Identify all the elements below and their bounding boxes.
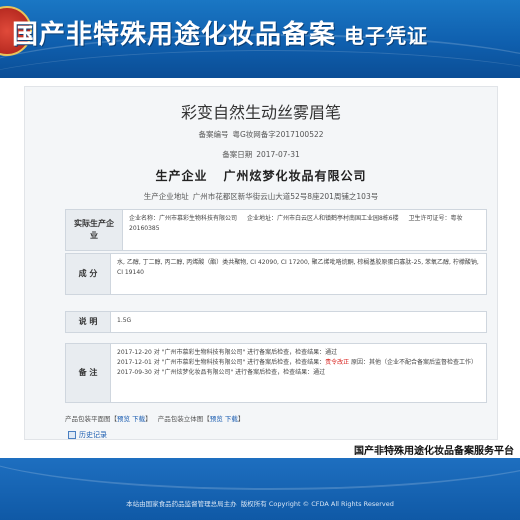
description-row: 说 明 1.5G <box>65 311 487 333</box>
record-number-value: 粤G妆网备字2017100522 <box>232 130 324 139</box>
page-title: 国产非特殊用途化妆品备案 电子凭证 <box>12 14 428 51</box>
plan-preview-link[interactable]: 预览 <box>117 415 130 423</box>
plan-download-link[interactable]: 下载 <box>132 415 145 423</box>
remarks-content: 2017-12-20 对 "广州市慕彩生物科技有限公司" 进行备案后检查，检查结… <box>111 344 486 402</box>
remark-entry: 2017-12-01 对 "广州市慕彩生物科技有限公司" 进行备案后检查，检查结… <box>117 358 480 368</box>
footer-host-prefix: 本站由 <box>126 500 146 508</box>
producer: 生产企业 广州炫梦化妆品有限公司 <box>25 167 497 184</box>
company-address-value: 广州市白云区人和镇鹤亭村南国工业园8栋6楼 <box>276 215 399 222</box>
actual-producer-content: 企业名称：广州市慕彩生物科技有限公司 企业地址：广州市白云区人和镇鹤亭村南国工业… <box>123 210 486 250</box>
product-name: 彩变自然生动丝雾眉笔 <box>180 103 341 122</box>
actual-producer-label: 实际生产企业 <box>66 210 123 250</box>
footer-copyright: 版权所有 Copyright © CFDA All Rights Reserve… <box>240 500 394 508</box>
remark-result-warning: 责令改正 <box>325 359 350 366</box>
ingredients-text: 水, 乙醇, 丁二醇, 丙二醇, 丙烯酸（酯）类共聚物, CI 42090, C… <box>117 259 479 276</box>
record-date-value: 2017-07-31 <box>256 150 300 159</box>
company-name: 企业名称：广州市慕彩生物科技有限公司 <box>129 215 237 222</box>
footer-wave-decoration <box>0 458 520 490</box>
footer-text: 本站由国家食品药品监督管理总局主办 版权所有 Copyright © CFDA … <box>0 498 520 508</box>
stereo-image-label: 产品包装立体图 <box>157 415 204 423</box>
history-icon <box>68 431 76 439</box>
history-link[interactable]: 历史记录 <box>68 430 107 440</box>
actual-producer-row: 实际生产企业 企业名称：广州市慕彩生物科技有限公司 企业地址：广州市白云区人和镇… <box>65 209 487 251</box>
remark-entry-text: 2017-12-01 对 "广州市慕彩生物科技有限公司" 进行备案后检查，检查结… <box>117 359 326 366</box>
footer: 本站由国家食品药品监督管理总局主办 版权所有 Copyright © CFDA … <box>0 458 520 520</box>
history-label[interactable]: 历史记录 <box>79 430 107 440</box>
certificate-panel: 彩变自然生动丝雾眉笔 备案编号 粤G妆网备字2017100522 备案日期 2017… <box>24 86 498 440</box>
company-name-value: 广州市慕彩生物科技有限公司 <box>159 215 238 222</box>
ingredients-row: 成 分 水, 乙醇, 丁二醇, 丙二醇, 丙烯酸（酯）类共聚物, CI 4209… <box>65 253 487 295</box>
package-images: 产品包装平面图【预览 下载】 产品包装立体图【预览 下载】 <box>65 415 245 423</box>
record-date-label: 备案日期 <box>222 150 253 159</box>
remarks-label: 备 注 <box>66 344 111 402</box>
company-address: 企业地址：广州市白云区人和镇鹤亭村南国工业园8栋6楼 <box>247 215 399 222</box>
ingredients-label: 成 分 <box>66 254 111 294</box>
header-banner: 国产非特殊用途化妆品备案 电子凭证 <box>0 0 520 78</box>
footer-host-org-link[interactable]: 国家食品药品监督管理总局 <box>146 500 224 508</box>
remark-entry: 2017-12-20 对 "广州市慕彩生物科技有限公司" 进行备案后检查，检查结… <box>117 349 338 356</box>
company-name-label: 企业名称： <box>129 215 160 222</box>
plan-image-label: 产品包装平面图 <box>65 415 111 423</box>
footer-host-suffix: 主办 <box>223 500 237 508</box>
description-text: 1.5G <box>117 317 132 324</box>
remark-entry: 2017-09-30 对 "广州炫梦化妆品有限公司" 进行备案后检查，检查结果：… <box>117 369 326 376</box>
platform-name: 国产非特殊用途化妆品备案服务平台 <box>354 446 514 457</box>
stereo-download-link[interactable]: 下载 <box>225 415 238 423</box>
remark-entry-reason: 原因：其他（企业不配合备案后监督检查工作） <box>349 359 478 366</box>
remarks-row: 备 注 2017-12-20 对 "广州市慕彩生物科技有限公司" 进行备案后检查… <box>65 343 487 403</box>
producer-label: 生产企业 <box>155 169 208 183</box>
stereo-preview-link[interactable]: 预览 <box>210 415 223 423</box>
company-address-label: 企业地址： <box>246 215 277 222</box>
producer-address-value: 广州市花都区新华街云山大道52号8座201周铺之103号 <box>192 192 379 201</box>
description-label: 说 明 <box>66 312 111 332</box>
record-number: 备案编号 粤G妆网备字2017100522 <box>25 129 497 140</box>
producer-name: 广州炫梦化妆品有限公司 <box>223 169 367 183</box>
license-number-label: 卫生许可证号： <box>408 215 451 222</box>
page-subtitle: 电子凭证 <box>344 24 429 48</box>
producer-address: 生产企业地址 广州市花都区新华街云山大道52号8座201周铺之103号 <box>25 191 497 202</box>
producer-address-label: 生产企业地址 <box>143 192 189 201</box>
record-number-label: 备案编号 <box>198 130 229 139</box>
page-title-text: 国产非特殊用途化妆品备案 <box>12 20 337 50</box>
record-date: 备案日期 2017-07-31 <box>25 149 497 160</box>
